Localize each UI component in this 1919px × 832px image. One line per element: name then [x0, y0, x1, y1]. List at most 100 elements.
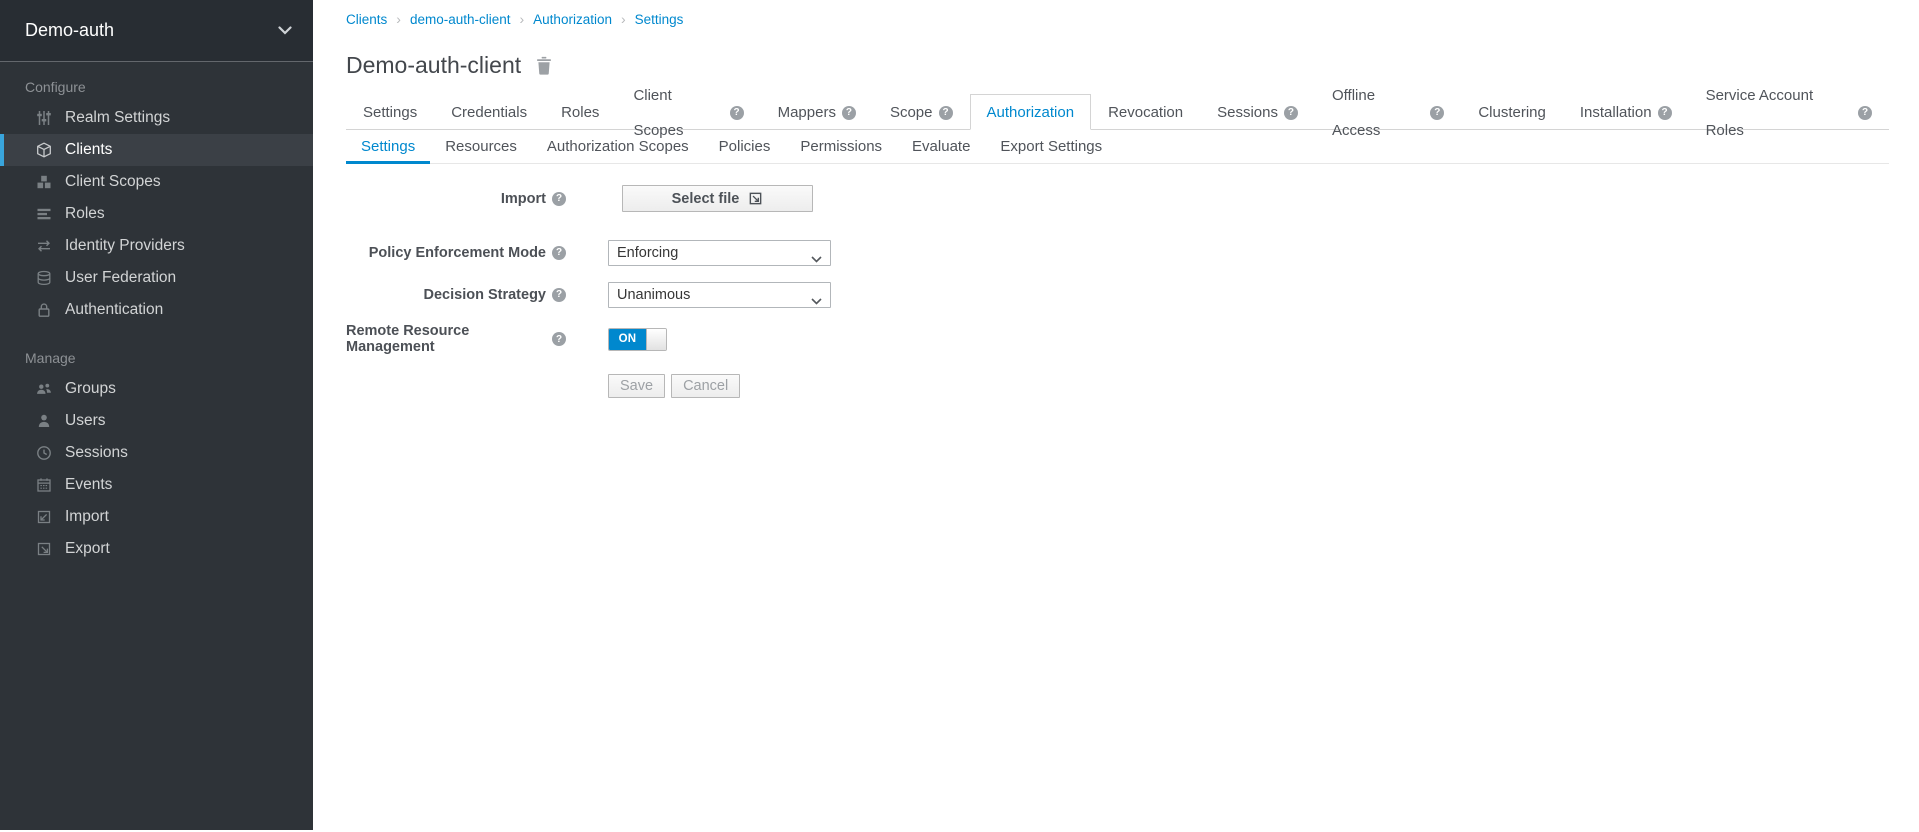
tab-mappers[interactable]: Mappers [761, 94, 873, 130]
breadcrumb-link-client[interactable]: demo-auth-client [410, 12, 511, 27]
clock-icon [35, 445, 53, 461]
authorization-settings-form: Import Select file Policy Enforcement Mo… [346, 185, 1889, 399]
help-icon[interactable] [552, 192, 566, 206]
tab-settings[interactable]: Settings [346, 94, 434, 130]
subtab-resources[interactable]: Resources [430, 130, 532, 164]
realm-selector[interactable]: Demo-auth [0, 0, 313, 62]
save-button[interactable]: Save [608, 374, 665, 398]
sidebar-section-manage: Manage [25, 350, 313, 366]
subtab-authorization-scopes[interactable]: Authorization Scopes [532, 130, 704, 164]
decision-strategy-label: Decision Strategy [346, 287, 608, 303]
sidebar: Demo-auth Configure Realm Settings Clien… [0, 0, 313, 830]
tab-roles[interactable]: Roles [544, 94, 616, 130]
tab-installation[interactable]: Installation [1563, 94, 1689, 130]
cancel-button[interactable]: Cancel [671, 374, 740, 398]
remote-resource-management-toggle[interactable]: ON [608, 328, 667, 351]
page-title-text: Demo-auth-client [346, 52, 521, 79]
help-icon[interactable] [1658, 106, 1672, 120]
subtab-export-settings[interactable]: Export Settings [985, 130, 1117, 164]
toggle-handle [646, 329, 666, 350]
tab-service-account-roles[interactable]: Service Account Roles [1689, 94, 1889, 130]
list-bars-icon [35, 206, 53, 222]
sidebar-item-user-federation[interactable]: User Federation [0, 262, 313, 294]
app-root: Demo-auth Configure Realm Settings Clien… [0, 0, 1919, 832]
help-icon[interactable] [842, 106, 856, 120]
sidebar-item-events[interactable]: Events [0, 469, 313, 501]
subtab-settings[interactable]: Settings [346, 130, 430, 164]
sidebar-item-label: Roles [65, 205, 105, 223]
subtab-evaluate[interactable]: Evaluate [897, 130, 985, 164]
tab-scope[interactable]: Scope [873, 94, 970, 130]
sidebar-item-realm-settings[interactable]: Realm Settings [0, 102, 313, 134]
help-icon[interactable] [1284, 106, 1298, 120]
help-icon[interactable] [730, 106, 744, 120]
tab-sessions[interactable]: Sessions [1200, 94, 1315, 130]
page-title: Demo-auth-client [346, 52, 1889, 79]
form-row-policy-enforcement-mode: Policy Enforcement Mode Enforcing [346, 239, 1889, 266]
help-icon[interactable] [552, 288, 566, 302]
breadcrumb-link-clients[interactable]: Clients [346, 12, 387, 27]
sidebar-item-label: Sessions [65, 444, 128, 462]
help-icon[interactable] [552, 246, 566, 260]
sidebar-item-label: Authentication [65, 301, 163, 319]
sidebar-item-label: Identity Providers [65, 237, 185, 255]
help-icon[interactable] [939, 106, 953, 120]
trash-icon[interactable] [536, 56, 552, 75]
remote-resource-management-label: Remote Resource Management [346, 323, 608, 355]
calendar-icon [35, 477, 53, 493]
main-content: Clients demo-auth-client Authorization S… [313, 0, 1919, 832]
sidebar-item-export[interactable]: Export [0, 533, 313, 565]
sidebar-item-sessions[interactable]: Sessions [0, 437, 313, 469]
export-icon [35, 541, 53, 557]
tab-revocation[interactable]: Revocation [1091, 94, 1200, 130]
sidebar-item-identity-providers[interactable]: Identity Providers [0, 230, 313, 262]
sidebar-item-label: Events [65, 476, 112, 494]
sidebar-item-import[interactable]: Import [0, 501, 313, 533]
sidebar-item-groups[interactable]: Groups [0, 373, 313, 405]
user-icon [35, 413, 53, 429]
help-icon[interactable] [552, 332, 566, 346]
help-icon[interactable] [1430, 106, 1444, 120]
toggle-on-label: ON [609, 329, 646, 350]
decision-strategy-select[interactable]: Unanimous [608, 282, 831, 308]
sidebar-item-authentication[interactable]: Authentication [0, 294, 313, 326]
import-icon [748, 191, 763, 206]
select-file-button[interactable]: Select file [622, 185, 813, 212]
tab-credentials[interactable]: Credentials [434, 94, 544, 130]
form-row-remote-resource-management: Remote Resource Management ON [346, 323, 1889, 355]
breadcrumb-link-authorization[interactable]: Authorization [533, 12, 612, 27]
sidebar-item-label: Users [65, 412, 105, 430]
tab-offline-access[interactable]: Offline Access [1315, 94, 1461, 130]
breadcrumb-separator [621, 11, 626, 27]
sidebar-item-label: Groups [65, 380, 116, 398]
breadcrumb-separator [396, 11, 401, 27]
form-actions: Save Cancel [608, 372, 1889, 399]
subtab-permissions[interactable]: Permissions [785, 130, 897, 164]
sidebar-item-label: Export [65, 540, 110, 558]
policy-enforcement-mode-select[interactable]: Enforcing [608, 240, 831, 266]
sidebar-item-clients[interactable]: Clients [0, 134, 313, 166]
cube-icon [35, 142, 53, 158]
help-icon[interactable] [1858, 106, 1872, 120]
tab-client-scopes[interactable]: Client Scopes [616, 94, 760, 130]
sidebar-item-label: User Federation [65, 269, 176, 287]
sidebar-item-users[interactable]: Users [0, 405, 313, 437]
sidebar-item-label: Client Scopes [65, 173, 161, 191]
tab-clustering[interactable]: Clustering [1461, 94, 1563, 130]
subtab-policies[interactable]: Policies [704, 130, 786, 164]
arrows-swap-icon [35, 238, 53, 254]
policy-enforcement-mode-label: Policy Enforcement Mode [346, 245, 608, 261]
import-icon [35, 509, 53, 525]
lock-icon [35, 302, 53, 318]
sidebar-nav-manage: Groups Users Sessions Events [0, 373, 313, 565]
sidebar-item-client-scopes[interactable]: Client Scopes [0, 166, 313, 198]
breadcrumb-separator [520, 11, 525, 27]
breadcrumb-link-settings[interactable]: Settings [635, 12, 684, 27]
chevron-down-icon [278, 26, 292, 35]
sidebar-item-roles[interactable]: Roles [0, 198, 313, 230]
cubes-icon [35, 174, 53, 190]
sidebar-section-configure: Configure [25, 79, 313, 95]
authorization-subtab-bar: Settings Resources Authorization Scopes … [346, 130, 1889, 164]
database-icon [35, 270, 53, 286]
tab-authorization[interactable]: Authorization [970, 94, 1092, 130]
